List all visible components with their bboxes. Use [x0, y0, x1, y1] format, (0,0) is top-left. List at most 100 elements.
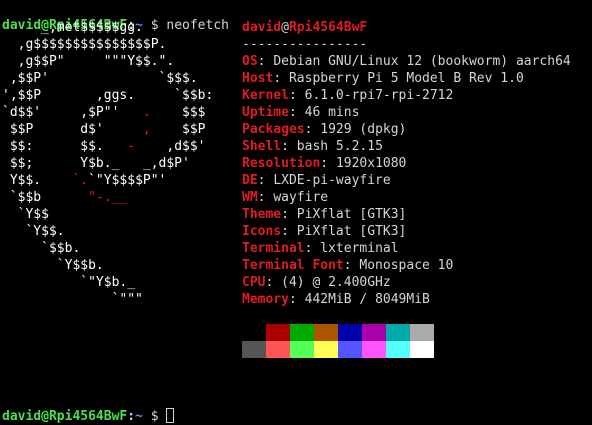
logo-text: $$$	[150, 105, 206, 120]
palette-swatch	[338, 341, 362, 358]
info-key: OS	[242, 54, 258, 69]
info-value: Debian GNU/Linux 12 (bookworm) aarch64	[273, 54, 571, 69]
info-row: Packages: 1929 (dpkg)	[242, 122, 407, 137]
logo-line: ,g$$P" """Y$$.".	[2, 53, 213, 70]
info-user: david	[242, 20, 282, 35]
info-title: david@Rpi4564BwF	[242, 19, 571, 36]
info-key: WM	[242, 190, 258, 205]
logo-line: $$P d$' , $$P	[2, 121, 213, 138]
logo-line: `d$$' ,$P"' . $$$	[2, 104, 213, 121]
logo-line: `Y$$	[2, 206, 213, 223]
logo-accent: `.	[72, 173, 89, 188]
info-row: Terminal Font: Monospace 10	[242, 258, 454, 273]
logo-text: `Y$$.	[2, 224, 65, 239]
info-at: @	[281, 20, 289, 35]
logo-text: `"Y$b._	[2, 275, 136, 290]
info-key: Memory	[242, 292, 289, 307]
logo-line: $$: $$. - ,d$$'	[2, 138, 213, 155]
logo-line: ,g$$$$$$$$$$$$$$$P.	[2, 36, 213, 53]
info-row: Memory: 442MiB / 8049MiB	[242, 292, 430, 307]
logo-text: ,$$P' `$$$.	[2, 71, 198, 86]
info-value: PiXflat [GTK3]	[296, 224, 407, 239]
info-row: Kernel: 6.1.0-rpi7-rpi-2712	[242, 88, 454, 103]
info-value: PiXflat [GTK3]	[296, 207, 407, 222]
logo-text: ,g$$$$$$$$$$$$$$$P.	[2, 37, 167, 52]
logo-accent: "-.__	[88, 190, 128, 205]
info-divider: ----------------	[242, 37, 368, 52]
logo-text: ,d$$'	[135, 139, 206, 154]
logo-line: `Y$$.	[2, 223, 213, 240]
info-key: Shell	[242, 139, 282, 154]
info-value: 6.1.0-rpi7-rpi-2712	[304, 88, 454, 103]
info-key: Packages	[242, 122, 305, 137]
info-value: wayfire	[273, 190, 329, 205]
info-key: Uptime	[242, 105, 289, 120]
info-value: lxterminal	[320, 241, 399, 256]
info-value: Monospace 10	[359, 258, 454, 273]
logo-line: $$; Y$b._ _,d$P'	[2, 155, 213, 172]
logo-text: ',$$P ,ggs. `$$b:	[2, 88, 214, 103]
color-palette	[242, 324, 434, 358]
info-row: Resolution: 1920x1080	[242, 156, 407, 171]
info-key: Host	[242, 71, 274, 86]
logo-text: $$P d$'	[2, 122, 143, 137]
palette-bright-row	[242, 341, 434, 358]
logo-accent: ,	[142, 122, 151, 137]
info-value: bash 5.2.15	[296, 139, 383, 154]
palette-swatch	[362, 341, 386, 358]
logo-accent: -	[127, 139, 136, 154]
logo-line: _,met$$$$$gg.	[2, 19, 213, 36]
palette-swatch	[266, 341, 290, 358]
info-value: 1929 (dpkg)	[320, 122, 407, 137]
logo-line: `"""	[2, 291, 213, 308]
prompt-symbol: $	[150, 409, 159, 424]
info-key: Terminal Font	[242, 258, 344, 273]
logo-line: ,$$P' `$$$.	[2, 70, 213, 87]
logo-text: `d$$' ,$P"'	[2, 105, 143, 120]
logo-text: $$: $$.	[2, 139, 128, 154]
logo-text: `$$b.	[2, 241, 81, 256]
palette-swatch	[386, 341, 410, 358]
info-value: 1920x1080	[335, 156, 407, 171]
logo-text: _,met$$$$$gg.	[2, 20, 143, 35]
prompt-path: ~	[135, 409, 143, 424]
active-prompt-line[interactable]: david@Rpi4564BwF:~ $	[2, 391, 175, 424]
logo-text: `"Y$$$$P"'	[88, 173, 167, 188]
logo-text: Y$$.	[2, 173, 73, 188]
info-key: Theme	[242, 207, 282, 222]
info-row: Theme: PiXflat [GTK3]	[242, 207, 407, 222]
logo-line: `$$b "-.__	[2, 189, 213, 206]
info-row: Icons: PiXflat [GTK3]	[242, 224, 407, 239]
info-key: Resolution	[242, 156, 321, 171]
palette-swatch	[290, 341, 314, 358]
info-row: OS: Debian GNU/Linux 12 (bookworm) aarch…	[242, 54, 571, 69]
info-key: DE	[242, 173, 258, 188]
logo-line: `Y$$b.	[2, 257, 213, 274]
text-cursor[interactable]	[166, 408, 175, 423]
command-prompt-line: david@Rpi4564BwF:~ $ neofetch	[2, 0, 229, 33]
info-row: DE: LXDE-pi-wayfire	[242, 173, 391, 188]
prompt-separator: :	[127, 409, 136, 424]
palette-swatch	[314, 341, 338, 358]
info-key: Icons	[242, 224, 282, 239]
palette-swatch	[266, 324, 290, 341]
info-key: CPU	[242, 275, 266, 290]
logo-text: `Y$$b.	[2, 258, 104, 273]
info-row: Terminal: lxterminal	[242, 241, 399, 256]
logo-text: ,g$$P" """Y$$.".	[2, 54, 175, 69]
info-value: 442MiB / 8049MiB	[304, 292, 430, 307]
palette-swatch	[314, 324, 338, 341]
info-key: Kernel	[242, 88, 289, 103]
logo-text: $$P	[150, 122, 206, 137]
info-value: Raspberry Pi 5 Model B Rev 1.0	[288, 71, 524, 86]
logo-line: Y$$. `.`"Y$$$$P"'	[2, 172, 213, 189]
info-key: Terminal	[242, 241, 305, 256]
palette-swatch	[410, 341, 434, 358]
prompt-user-host: david@Rpi4564BwF	[2, 409, 128, 424]
info-value: LXDE-pi-wayfire	[273, 173, 391, 188]
palette-swatch	[242, 341, 266, 358]
palette-swatch	[242, 324, 266, 341]
info-value: 46 mins	[304, 105, 360, 120]
logo-text: `Y$$	[2, 207, 49, 222]
logo-line: `$$b.	[2, 240, 213, 257]
